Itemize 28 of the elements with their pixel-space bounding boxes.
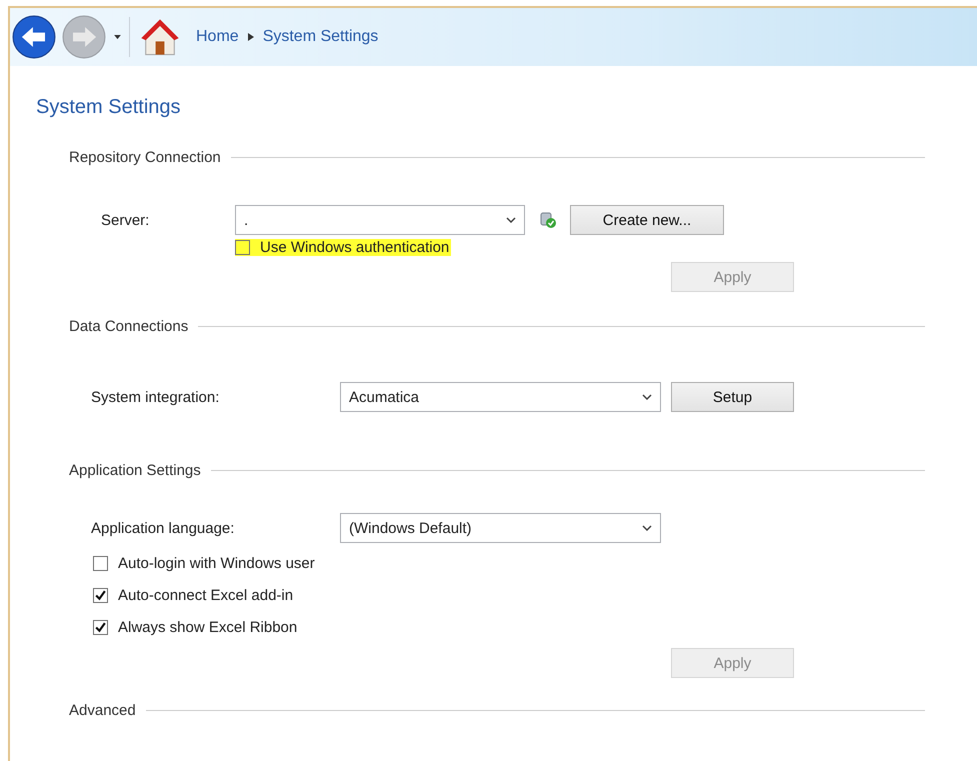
section-heading: Data Connections xyxy=(69,318,188,334)
section-heading: Advanced xyxy=(69,702,136,718)
create-new-button[interactable]: Create new... xyxy=(570,205,724,235)
breadcrumb-link[interactable]: System Settings xyxy=(262,28,378,46)
checkmark-icon xyxy=(94,589,107,602)
windows-authentication-checkbox[interactable]: Use Windows authentication xyxy=(235,239,452,256)
section-heading: Application Settings xyxy=(69,462,201,478)
option-checkbox[interactable]: Auto-connect Excel add-in xyxy=(93,586,294,605)
chevron-down-icon xyxy=(642,394,652,400)
integration-dropdown[interactable]: Acumatica xyxy=(340,382,661,412)
back-icon[interactable] xyxy=(12,15,56,59)
option-checkbox[interactable]: Auto-login with Windows user xyxy=(93,554,315,573)
field-label: System integration: xyxy=(91,388,220,406)
language-dropdown[interactable]: (Windows Default) xyxy=(340,513,661,543)
chevron-down-icon xyxy=(506,217,516,223)
chevron-icon xyxy=(248,33,254,41)
option-checkbox[interactable]: Always show Excel Ribbon xyxy=(93,618,298,637)
chevron-down-icon xyxy=(642,525,652,531)
server-dropdown[interactable]: . xyxy=(235,205,525,235)
dropdown-caret-icon[interactable] xyxy=(114,34,121,40)
database-check-icon xyxy=(540,211,556,229)
checkmark-icon xyxy=(94,621,107,634)
field-label: Application language: xyxy=(91,520,236,536)
field-label: Server: xyxy=(101,212,150,228)
setup-button[interactable]: Setup xyxy=(671,382,794,412)
breadcrumb-link[interactable]: Home xyxy=(196,28,239,46)
page-title: System Settings xyxy=(36,96,182,119)
section-heading: Repository Connection xyxy=(69,148,221,166)
